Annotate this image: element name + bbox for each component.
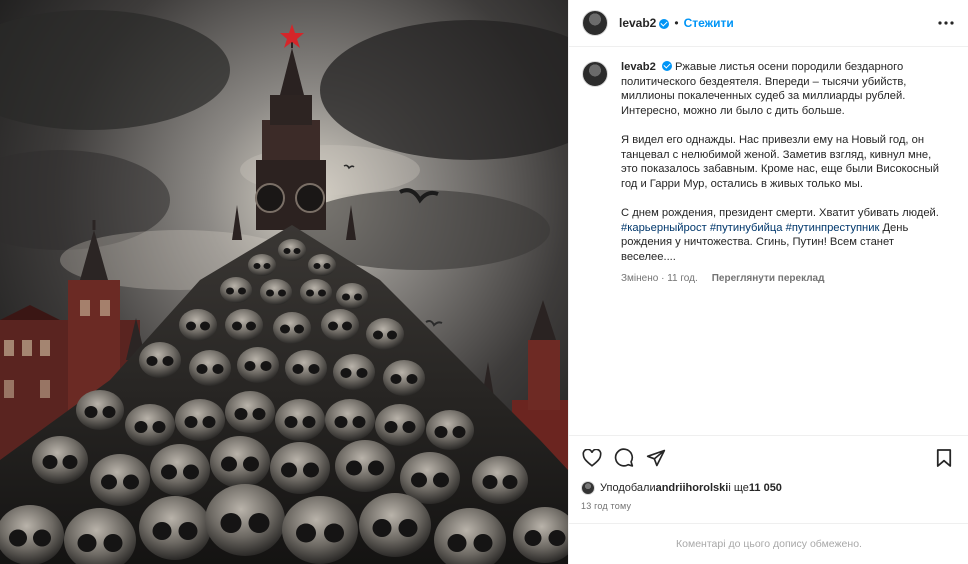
kremlin-skulls-artwork [0,0,568,564]
caption-author-avatar[interactable] [582,61,608,87]
caption-author-username[interactable]: levab2 [621,61,656,73]
translate-link[interactable]: Переглянути переклад [712,272,825,287]
post-timestamp[interactable]: 13 год тому [581,501,955,511]
post-actions: Уподобали andriihorolski і ще 11 050 13 … [569,435,968,511]
post-image[interactable] [0,0,568,564]
comments-section: levab2 Ржавые листья осени породили безд… [569,47,968,435]
author-username[interactable]: levab2 [619,16,656,30]
post-side-panel: levab2 • Стежити levab2 Ржавые листья ос… [568,0,968,564]
likes-count[interactable]: 11 050 [749,482,782,494]
caption-hashtags[interactable]: #карьерныйрост #путинубийца #путинпресту… [621,222,879,234]
post-header: levab2 • Стежити [569,0,968,47]
edited-timestamp: Змінено · 11 год. [621,273,698,285]
likes-prefix: Уподобали [600,482,656,494]
liker-avatar[interactable] [581,481,595,495]
separator-dot: • [674,16,679,30]
caption-meta: Змінено · 11 год. Переглянути переклад [621,272,951,287]
caption-paragraph-3: С днем рождения, президент смерти. Хвати… [621,206,939,219]
post-dialog: levab2 • Стежити levab2 Ржавые листья ос… [0,0,968,564]
comment-icon[interactable] [613,447,635,469]
verified-badge-icon [659,19,670,29]
liker-username[interactable]: andriihorolski [656,482,729,494]
caption-paragraph-2: Я видел его однажды. Нас привезли ему на… [621,133,939,190]
heart-icon[interactable] [581,447,603,469]
share-icon[interactable] [645,447,667,469]
caption: levab2 Ржавые листья осени породили безд… [582,60,955,287]
caption-body: levab2 Ржавые листья осени породили безд… [621,60,951,287]
follow-button[interactable]: Стежити [684,16,734,30]
author-avatar[interactable] [582,10,608,36]
likes-suffix: і ще [728,482,749,494]
verified-badge-icon [661,61,672,71]
more-options-icon[interactable] [938,15,954,31]
comments-limited-notice: Коментарі до цього допису обмежено. [569,523,968,564]
likes-summary: Уподобали andriihorolski і ще 11 050 [581,481,955,495]
bookmark-icon[interactable] [933,447,955,469]
action-bar [581,446,955,470]
